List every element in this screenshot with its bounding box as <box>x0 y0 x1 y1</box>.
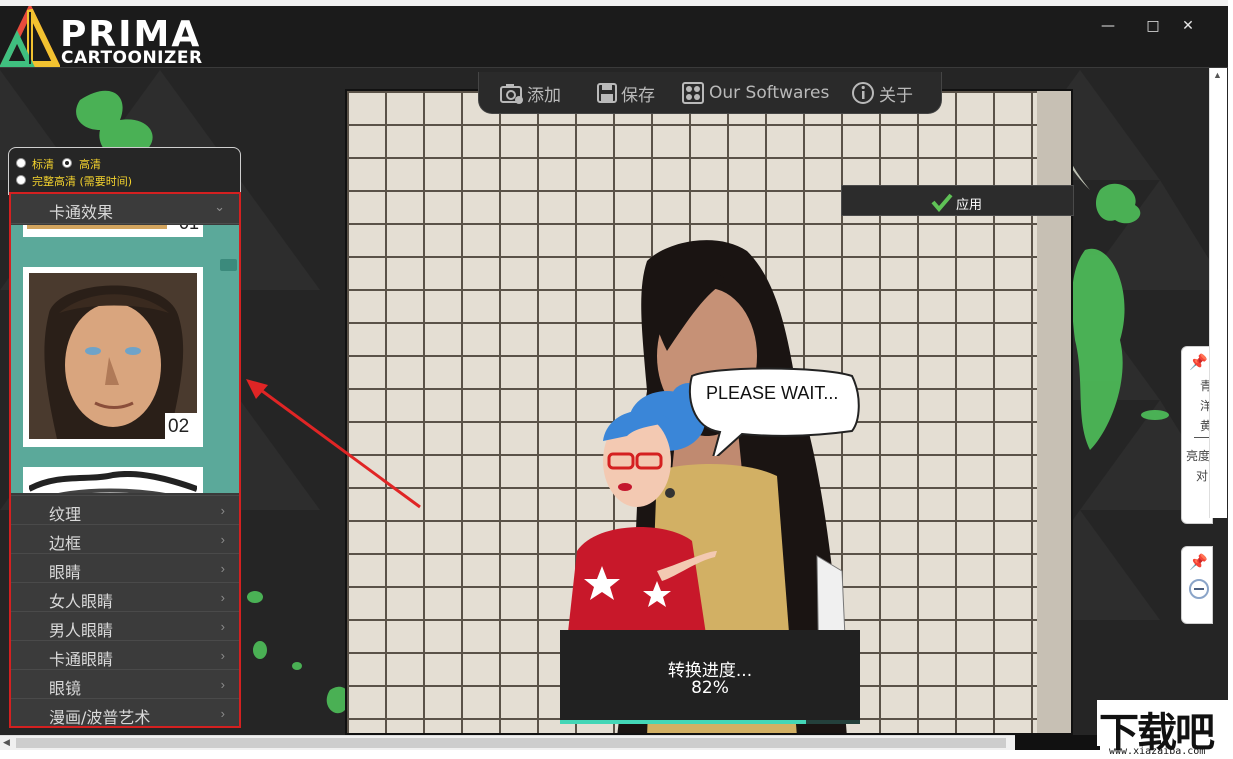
maximize-button[interactable]: □ <box>1138 14 1168 38</box>
contrast-label: 对 <box>1196 469 1209 483</box>
minimize-button[interactable]: — <box>1093 14 1123 38</box>
our-softwares-label: Our Softwares <box>709 83 830 103</box>
category-label: 女人眼睛 <box>49 592 114 611</box>
chevron-right-icon: › <box>220 532 225 547</box>
category-label: 眼镜 <box>49 679 82 698</box>
speech-bubble <box>688 367 860 456</box>
app-root: PRIMA CARTOONIZER — □ ✕ PLEASE WAIT... 添… <box>0 0 1233 759</box>
full-hd-label: 完整高清 (需要时间) <box>32 175 133 188</box>
effect-thumbnail-01[interactable]: 01 <box>23 225 203 237</box>
save-button[interactable]: 保存 <box>595 80 655 106</box>
info-icon <box>852 82 874 104</box>
category-female-eyes[interactable]: 女人眼睛 › <box>11 582 239 611</box>
chevron-right-icon: › <box>220 677 225 692</box>
thumbnail-number: 01 <box>179 225 199 234</box>
quality-options: 标清 高清 完整高清 (需要时间) <box>8 147 241 195</box>
logo-subtitle: CARTOONIZER <box>61 48 203 68</box>
software-grid-icon <box>682 82 704 104</box>
chevron-down-icon: ⌄ <box>214 199 225 214</box>
effects-header[interactable]: 卡通效果 ⌄ <box>11 194 239 224</box>
scroll-left-icon[interactable]: ◀ <box>3 737 10 748</box>
hd-label: 高清 <box>79 158 101 171</box>
category-label: 卡通眼睛 <box>49 650 114 669</box>
checkmark-icon <box>931 193 953 212</box>
thumbnails-scroll-handle[interactable] <box>220 259 237 271</box>
horizontal-scrollbar[interactable]: ◀ <box>0 735 1015 750</box>
logo-triangle-icon <box>0 6 60 67</box>
category-border[interactable]: 边框 › <box>11 524 239 553</box>
floppy-disk-icon <box>597 83 617 103</box>
effects-thumbnails: 01 02 <box>11 225 239 493</box>
title-bar: PRIMA CARTOONIZER — □ ✕ <box>0 0 1228 68</box>
site-watermark: 下载吧 www.xiazaiba.com <box>1097 700 1233 759</box>
progress-fill <box>560 720 806 724</box>
scroll-corner <box>1015 735 1100 750</box>
scroll-thumb[interactable] <box>16 738 1006 748</box>
add-button[interactable]: 添加 <box>499 80 561 106</box>
watermark-url: www.xiazaiba.com <box>1109 746 1206 757</box>
close-button[interactable]: ✕ <box>1173 14 1203 38</box>
standard-label: 标清 <box>32 158 54 171</box>
conversion-progress: 转换进度... 82% <box>560 630 860 724</box>
apply-label: 应用 <box>956 198 983 213</box>
pin-icon[interactable]: 📌 <box>1189 553 1208 571</box>
camera-add-icon <box>500 84 523 104</box>
effects-header-label: 卡通效果 <box>49 203 114 222</box>
full-hd-radio[interactable] <box>16 175 26 185</box>
category-eyes[interactable]: 眼睛 › <box>11 553 239 582</box>
progress-percent: 82% <box>691 678 729 698</box>
annotation-arrow <box>246 379 421 509</box>
vertical-scrollbar[interactable]: ▲ <box>1209 68 1227 518</box>
progress-track <box>560 720 860 724</box>
thumbnail-number: 02 <box>168 416 190 437</box>
chevron-right-icon: › <box>220 648 225 663</box>
category-label: 眼睛 <box>49 563 82 582</box>
category-label: 纹理 <box>49 505 82 524</box>
our-softwares-button[interactable]: Our Softwares <box>681 80 829 106</box>
app-logo: PRIMA CARTOONIZER <box>0 6 220 68</box>
category-label: 边框 <box>49 534 82 553</box>
category-comic-pop-art[interactable]: 漫画/波普艺术 › <box>11 698 239 727</box>
effect-thumbnail-03[interactable] <box>23 467 203 493</box>
please-wait-text: PLEASE WAIT... <box>706 383 839 403</box>
zoom-panel: 📌 <box>1181 546 1213 624</box>
category-label: 漫画/波普艺术 <box>49 708 151 727</box>
chevron-right-icon: › <box>220 561 225 576</box>
category-cartoon-eyes[interactable]: 卡通眼睛 › <box>11 640 239 669</box>
effect-thumbnail-02[interactable]: 02 <box>23 267 203 447</box>
chevron-right-icon: › <box>220 503 225 518</box>
apply-button[interactable]: 应用 <box>841 185 1074 216</box>
category-male-eyes[interactable]: 男人眼睛 › <box>11 611 239 640</box>
main-window: PRIMA CARTOONIZER — □ ✕ PLEASE WAIT... 添… <box>0 0 1228 735</box>
category-texture[interactable]: 纹理 › <box>11 495 239 524</box>
category-glasses[interactable]: 眼镜 › <box>11 669 239 698</box>
brightness-label: 亮度 <box>1186 449 1211 463</box>
chevron-right-icon: › <box>220 590 225 605</box>
scroll-up-icon[interactable]: ▲ <box>1213 70 1222 80</box>
add-button-label: 添加 <box>527 85 561 106</box>
main-toolbar: 添加 保存 Our Softwares 关于 <box>478 72 942 114</box>
hd-radio[interactable] <box>62 158 72 168</box>
pin-icon[interactable]: 📌 <box>1189 353 1208 371</box>
standard-radio[interactable] <box>16 158 26 168</box>
about-button-label: 关于 <box>879 85 913 106</box>
chevron-right-icon: › <box>220 619 225 634</box>
category-label: 男人眼睛 <box>49 621 114 640</box>
zoom-out-icon[interactable] <box>1187 577 1211 601</box>
save-button-label: 保存 <box>621 85 655 106</box>
chevron-right-icon: › <box>220 706 225 721</box>
about-button[interactable]: 关于 <box>851 80 913 106</box>
right-edge <box>1228 0 1233 759</box>
effects-panel: 卡通效果 ⌄ 01 <box>9 192 241 728</box>
thumbnail-sketch-image <box>29 471 197 493</box>
